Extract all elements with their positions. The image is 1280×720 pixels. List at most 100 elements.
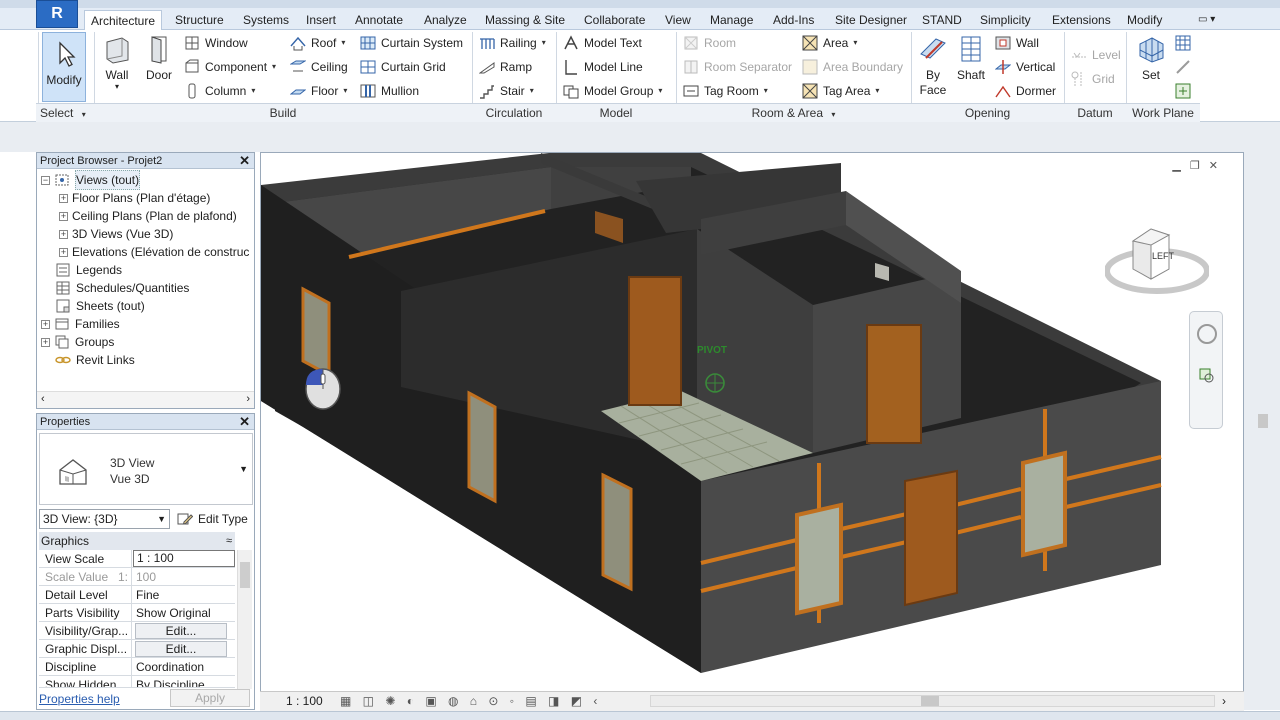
3d-viewport[interactable]: PIVOT LEFT ▁ ❐ ✕ <box>260 152 1244 692</box>
properties-help-link[interactable]: Properties help <box>39 692 120 706</box>
panel-title-room-area[interactable]: Room & Area ▾ <box>676 104 911 122</box>
wall-opening-button[interactable]: Wall <box>995 33 1039 53</box>
room-separator-button[interactable]: Room Separator <box>683 57 792 77</box>
select-dropdown[interactable]: Select ▾ <box>40 104 94 122</box>
tree-item-sheets[interactable]: Sheets (tout) <box>55 297 145 315</box>
component-button[interactable]: Component ▾ <box>184 57 276 77</box>
dormer-button[interactable]: Dormer <box>995 81 1056 101</box>
tab-extensions[interactable]: Extensions <box>1052 10 1111 30</box>
scroll-left-icon[interactable]: ‹ <box>41 393 45 405</box>
steering-wheel-icon[interactable] <box>1197 324 1217 344</box>
tab-collaborate[interactable]: Collaborate <box>584 10 645 30</box>
curtain-grid-button[interactable]: Curtain Grid <box>360 57 446 77</box>
tree-item-3d-views[interactable]: +3D Views (Vue 3D) <box>59 225 173 243</box>
floor-button[interactable]: Floor ▾ <box>290 81 347 101</box>
expand-icon[interactable]: + <box>41 319 50 329</box>
tree-item-revit-links[interactable]: Revit Links <box>55 351 135 369</box>
expand-icon[interactable]: + <box>59 229 68 239</box>
level-button[interactable]: Level <box>1071 45 1121 65</box>
type-selector[interactable]: 3D View Vue 3D ▼ <box>39 433 253 505</box>
scroll-right-icon[interactable]: › <box>1222 694 1226 708</box>
close-icon[interactable]: ✕ <box>239 414 250 430</box>
discipline-select[interactable]: Coordination <box>133 658 235 676</box>
ribbon-minimize-button[interactable]: ▭ ▾ <box>1198 10 1215 30</box>
wall-button[interactable]: Wall ▾ <box>100 34 134 91</box>
viewport-horizontal-scrollbar[interactable] <box>650 695 1215 707</box>
tree-item-views[interactable]: − Views (tout) <box>41 170 141 190</box>
tree-item-floor-plans[interactable]: + Floor Plans (Plan d'étage) <box>59 189 210 207</box>
expand-icon[interactable]: + <box>59 211 68 221</box>
tab-analyze[interactable]: Analyze <box>424 10 467 30</box>
door-button[interactable]: Door <box>142 34 176 82</box>
application-menu-button[interactable]: R <box>36 0 78 28</box>
instance-selector[interactable]: 3D View: {3D} ▼ <box>39 509 170 529</box>
tag-area-button[interactable]: Tag Area ▾ <box>802 81 879 101</box>
expand-icon[interactable]: + <box>41 337 50 347</box>
show-hidden-select[interactable]: By Discipline <box>133 676 235 687</box>
navigation-bar[interactable] <box>1189 311 1223 429</box>
expand-icon[interactable]: + <box>59 247 68 257</box>
scroll-thumb[interactable] <box>240 562 250 588</box>
zoom-icon[interactable] <box>1199 368 1215 384</box>
property-group-graphics[interactable]: Graphics ≈ <box>39 532 235 550</box>
viewport-window-controls[interactable]: ▁ ❐ ✕ <box>1172 159 1221 172</box>
tree-item-elevations[interactable]: + Elevations (Elévation de construc <box>59 243 249 261</box>
tree-item-groups[interactable]: + Groups <box>41 333 114 351</box>
tab-insert[interactable]: Insert <box>306 10 336 30</box>
area-boundary-button[interactable]: Area Boundary <box>802 57 903 77</box>
tab-view[interactable]: View <box>665 10 691 30</box>
scroll-thumb[interactable] <box>1258 414 1268 428</box>
view-scale-input[interactable]: 1 : 100 <box>133 550 235 567</box>
tab-systems[interactable]: Systems <box>243 10 289 30</box>
railing-button[interactable]: Railing ▾ <box>479 33 546 53</box>
ceiling-button[interactable]: Ceiling <box>290 57 348 77</box>
set-work-plane-button[interactable]: Set <box>1134 34 1168 82</box>
column-button[interactable]: Column ▾ <box>184 81 255 101</box>
tab-stand[interactable]: STAND <box>922 10 962 30</box>
tab-simplicity[interactable]: Simplicity <box>980 10 1031 30</box>
viewport-vertical-scrollbar[interactable] <box>1244 152 1280 710</box>
stair-button[interactable]: Stair ▾ <box>479 81 534 101</box>
tree-item-ceiling-plans[interactable]: + Ceiling Plans (Plan de plafond) <box>59 207 237 225</box>
tab-annotate[interactable]: Annotate <box>355 10 403 30</box>
ramp-button[interactable]: Ramp <box>479 57 532 77</box>
viewcube[interactable]: LEFT <box>1104 221 1210 297</box>
tree-item-schedules[interactable]: Schedules/Quantities <box>55 279 189 297</box>
model-text-button[interactable]: Model Text <box>563 33 642 53</box>
tab-massing-site[interactable]: Massing & Site <box>485 10 565 30</box>
show-work-plane-button[interactable] <box>1175 33 1196 53</box>
vertical-opening-button[interactable]: Vertical <box>995 57 1055 77</box>
graphic-display-edit-button[interactable]: Edit... <box>135 641 227 657</box>
close-icon[interactable]: ✕ <box>239 153 250 169</box>
tab-site-designer[interactable]: Site Designer <box>835 10 907 30</box>
room-button[interactable]: Room <box>683 33 736 53</box>
tab-add-ins[interactable]: Add-Ins <box>773 10 814 30</box>
expand-icon[interactable]: + <box>59 193 68 203</box>
collapse-icon[interactable]: − <box>41 175 50 185</box>
curtain-system-button[interactable]: Curtain System <box>360 33 463 53</box>
detail-level-select[interactable]: Fine <box>133 586 235 604</box>
model-line-button[interactable]: Model Line <box>563 57 643 77</box>
ref-plane-button[interactable] <box>1175 57 1196 77</box>
visibility-graphics-edit-button[interactable]: Edit... <box>135 623 227 639</box>
edit-type-button[interactable]: Edit Type <box>177 509 248 529</box>
viewer-button[interactable] <box>1175 81 1196 101</box>
parts-visibility-select[interactable]: Show Original <box>133 604 235 622</box>
view-scale-label[interactable]: 1 : 100 <box>286 694 323 708</box>
tab-structure[interactable]: Structure <box>175 10 224 30</box>
view-control-icons[interactable]: ▦ ◫ ✺ ◐ ▣ ◍ ⌂ ⊙ ◦ ▤ ◨ ◩ ‹ <box>340 694 601 708</box>
area-button[interactable]: Area ▾ <box>802 33 857 53</box>
tab-architecture[interactable]: Architecture <box>84 10 163 30</box>
tree-item-legends[interactable]: Legends <box>55 261 122 279</box>
horizontal-scrollbar[interactable]: ‹ › <box>37 391 254 408</box>
scroll-right-icon[interactable]: › <box>246 393 250 405</box>
modify-button[interactable]: Modify <box>42 32 86 102</box>
collapse-icon[interactable]: ≈ <box>226 532 232 550</box>
tab-manage[interactable]: Manage <box>710 10 753 30</box>
tab-modify[interactable]: Modify <box>1127 10 1162 30</box>
properties-scrollbar[interactable] <box>237 550 252 689</box>
shaft-button[interactable]: Shaft <box>954 34 988 82</box>
window-button[interactable]: Window <box>184 33 248 53</box>
scroll-thumb[interactable] <box>921 696 939 706</box>
tag-room-button[interactable]: Tag Room ▾ <box>683 81 768 101</box>
